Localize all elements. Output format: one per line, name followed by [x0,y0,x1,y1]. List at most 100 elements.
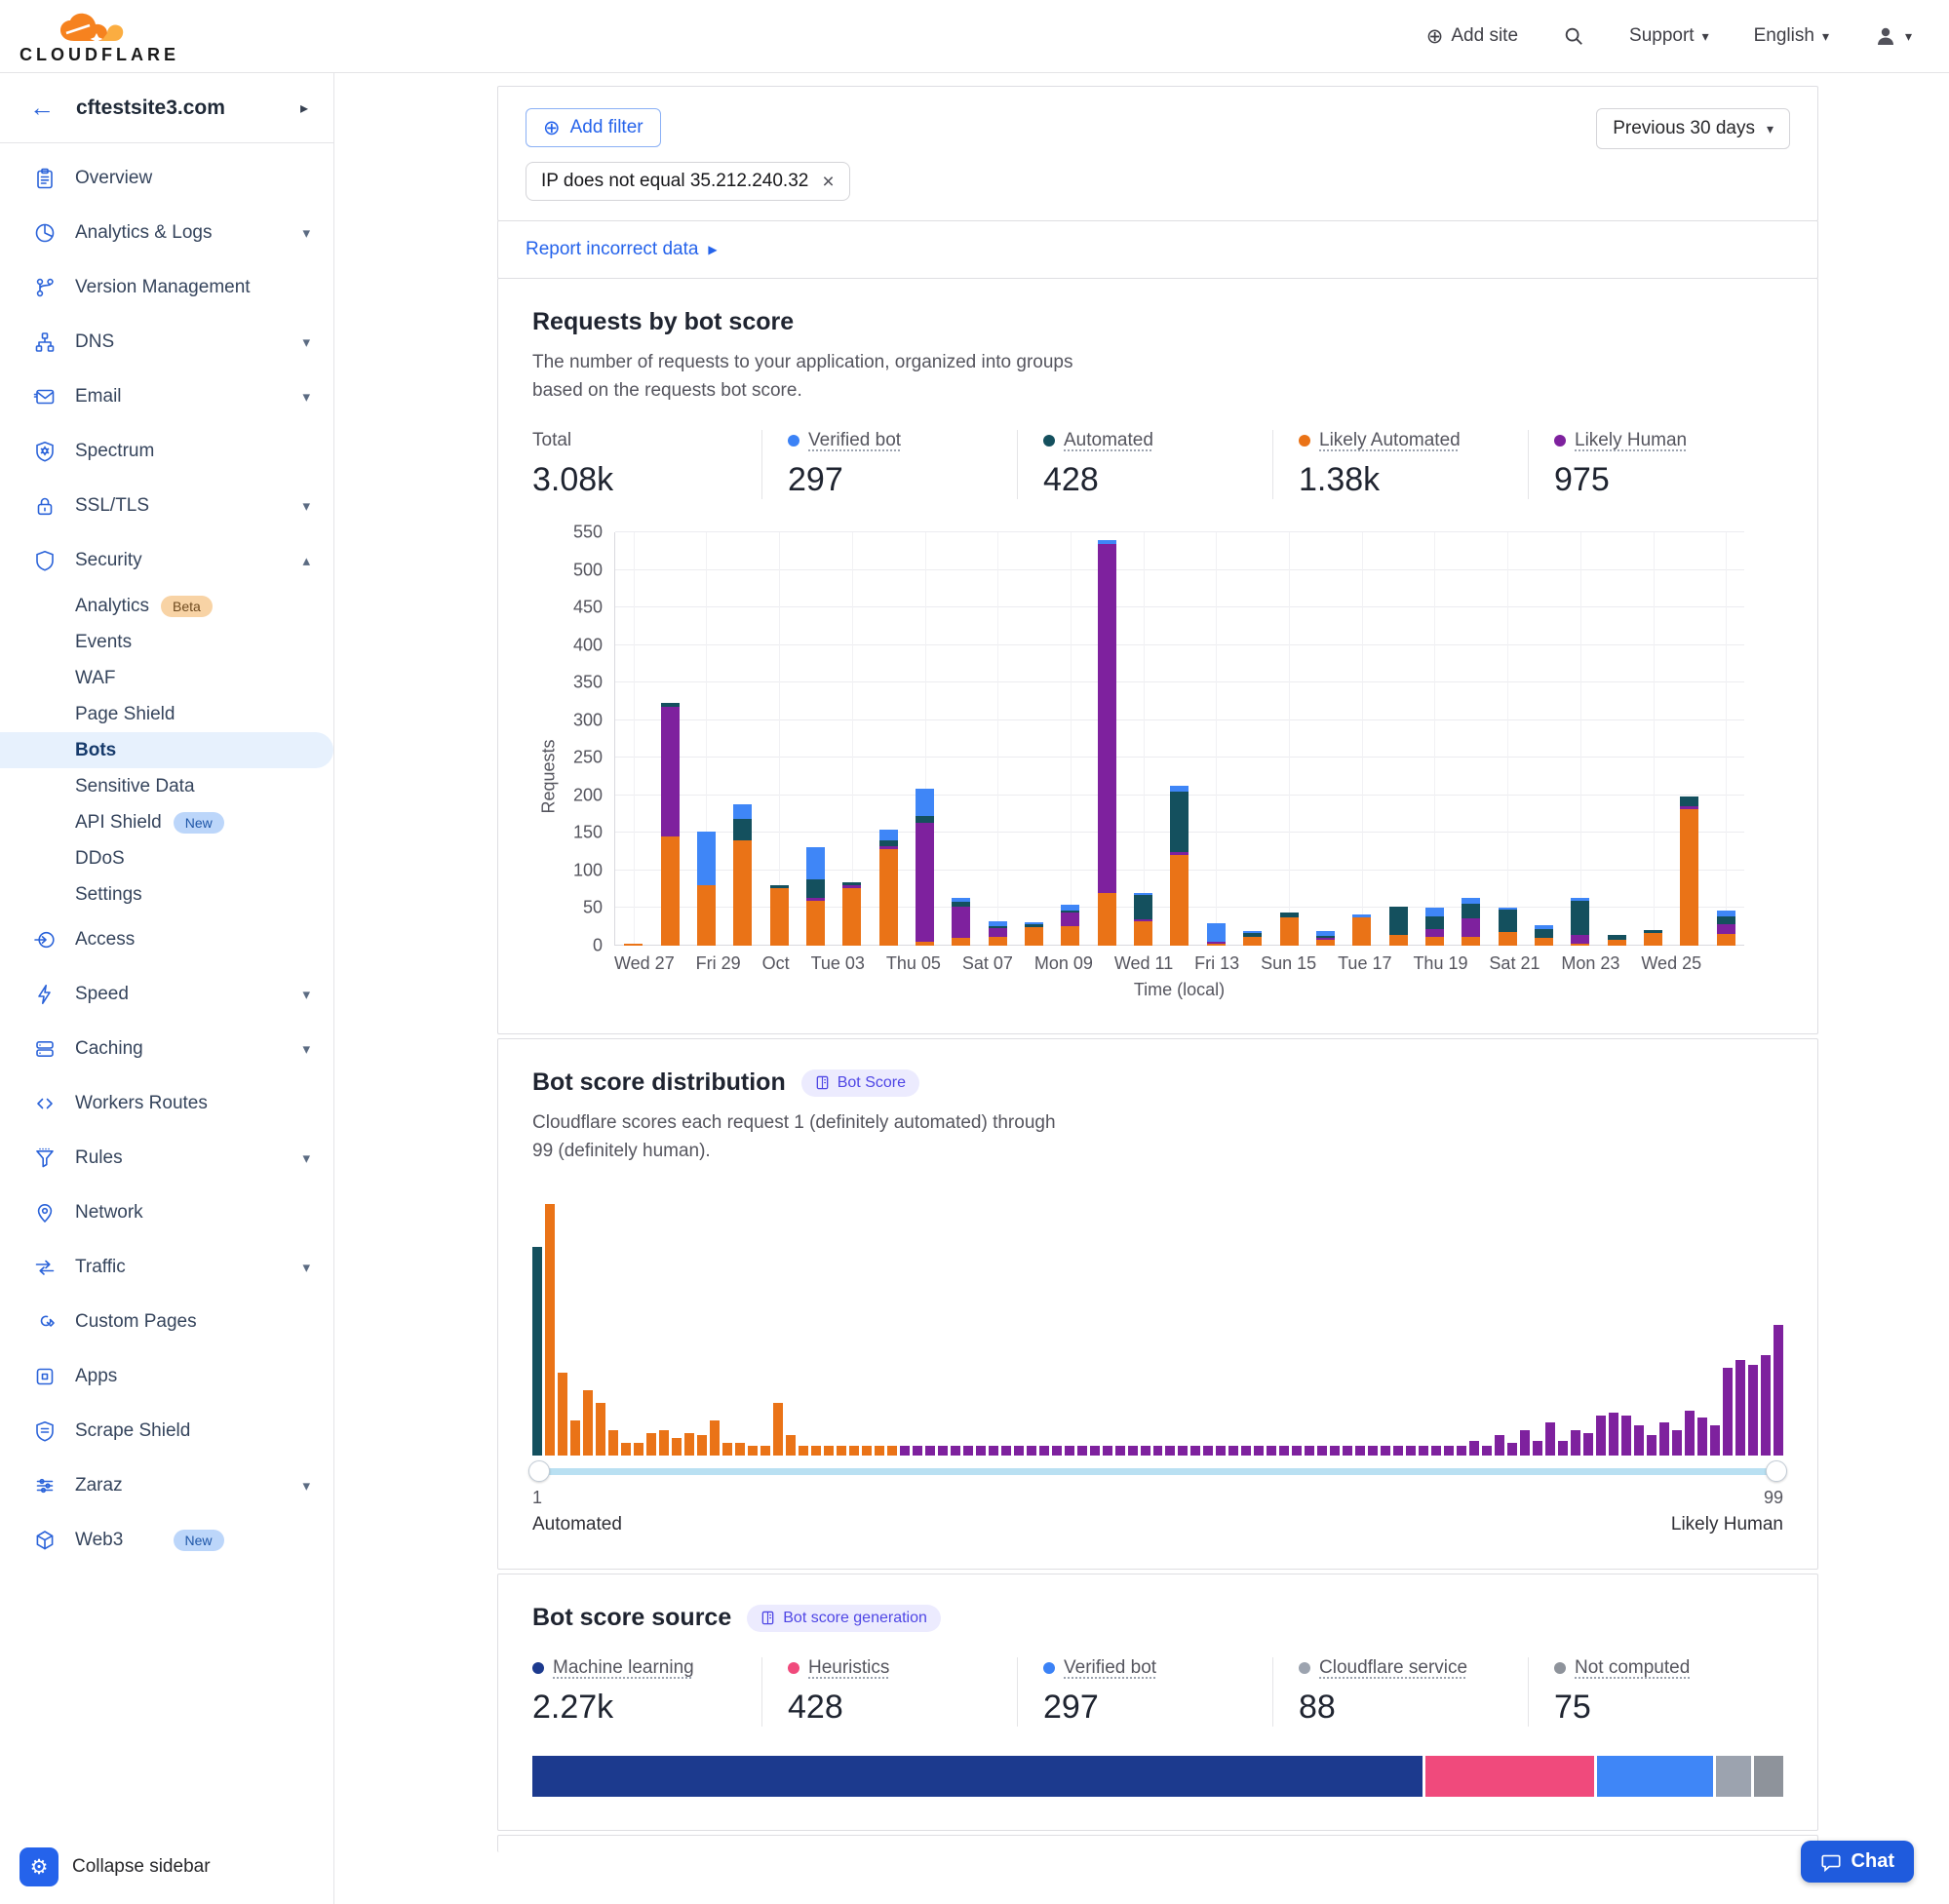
hist-bar-score-62[interactable] [1305,1446,1314,1456]
hist-bar-score-40[interactable] [1027,1446,1036,1456]
hist-bar-score-15[interactable] [710,1420,720,1456]
hist-bar-score-65[interactable] [1343,1446,1352,1456]
hist-bar-score-69[interactable] [1393,1446,1403,1456]
hist-bar-score-38[interactable] [1001,1446,1011,1456]
hist-bar-score-61[interactable] [1292,1446,1302,1456]
bar-day-7[interactable] [870,830,906,946]
sidebar-subitem-events[interactable]: Events [0,624,333,660]
hist-bar-score-68[interactable] [1381,1446,1390,1456]
hist-bar-score-50[interactable] [1153,1446,1163,1456]
hist-bar-score-77[interactable] [1495,1435,1504,1456]
hist-bar-score-35[interactable] [963,1446,973,1456]
sidebar-subitem-api-shield[interactable]: API ShieldNew [0,804,333,840]
source-segment-not-computed[interactable] [1754,1756,1783,1797]
source-segment-heuristics[interactable] [1425,1756,1594,1797]
hist-bar-score-13[interactable] [684,1433,694,1456]
hist-bar-score-98[interactable] [1761,1355,1771,1456]
hist-bar-score-66[interactable] [1355,1446,1365,1456]
stat-label[interactable]: Verified bot [808,430,901,451]
bar-day-27[interactable] [1599,935,1635,946]
hist-bar-score-19[interactable] [760,1446,770,1456]
hist-bar-score-4[interactable] [570,1420,580,1456]
stat-label[interactable]: Likely Human [1575,430,1687,451]
sidebar-item-speed[interactable]: Speed▾ [0,967,333,1022]
hist-bar-score-45[interactable] [1090,1446,1100,1456]
slider-handle-max[interactable] [1766,1460,1787,1482]
hist-bar-score-88[interactable] [1634,1425,1644,1456]
hist-bar-score-5[interactable] [583,1390,593,1456]
hist-bar-score-47[interactable] [1115,1446,1125,1456]
stat-label[interactable]: Heuristics [808,1657,889,1679]
hist-bar-score-56[interactable] [1228,1446,1238,1456]
hist-bar-score-90[interactable] [1659,1422,1669,1456]
sidebar-item-analytics-logs[interactable]: Analytics & Logs▾ [0,206,333,260]
bar-day-2[interactable] [688,832,724,946]
hist-bar-score-85[interactable] [1596,1416,1606,1456]
add-site-button[interactable]: ⊕ Add site [1426,25,1518,47]
hist-bar-score-76[interactable] [1482,1446,1492,1456]
stat-label[interactable]: Likely Automated [1319,430,1461,451]
slider-track[interactable] [536,1468,1779,1475]
hist-bar-score-44[interactable] [1077,1446,1087,1456]
hist-bar-score-16[interactable] [722,1443,732,1456]
sidebar-item-overview[interactable]: Overview [0,151,333,206]
hist-bar-score-26[interactable] [849,1446,859,1456]
back-arrow-icon[interactable]: ← [29,93,55,123]
sidebar-subitem-bots[interactable]: Bots [0,732,333,768]
hist-bar-score-93[interactable] [1697,1418,1707,1456]
bar-day-8[interactable] [907,789,943,946]
bar-day-21[interactable] [1380,907,1416,946]
hist-bar-score-60[interactable] [1279,1446,1289,1456]
hist-bar-score-63[interactable] [1317,1446,1327,1456]
hist-bar-score-8[interactable] [621,1443,631,1456]
hist-bar-score-59[interactable] [1267,1446,1276,1456]
hist-bar-score-11[interactable] [659,1430,669,1456]
stat-label[interactable]: Cloudflare service [1319,1657,1467,1679]
sidebar-item-custom-pages[interactable]: Custom Pages [0,1295,333,1349]
hist-bar-score-67[interactable] [1368,1446,1378,1456]
bot-score-badge[interactable]: Bot Score [801,1069,919,1097]
hist-bar-score-33[interactable] [938,1446,948,1456]
slider-handle-min[interactable] [528,1460,550,1482]
sidebar-item-scrape-shield[interactable]: Scrape Shield [0,1404,333,1458]
bar-day-23[interactable] [1453,898,1489,946]
hist-bar-score-83[interactable] [1571,1430,1580,1456]
hist-bar-score-87[interactable] [1621,1416,1631,1456]
sidebar-subitem-waf[interactable]: WAF [0,660,333,696]
bar-day-12[interactable] [1052,905,1088,946]
hist-bar-score-54[interactable] [1203,1446,1213,1456]
hist-bar-score-55[interactable] [1216,1446,1226,1456]
hist-bar-score-25[interactable] [837,1446,846,1456]
hist-bar-score-49[interactable] [1141,1446,1150,1456]
hist-bar-score-91[interactable] [1672,1430,1682,1456]
hist-bar-score-6[interactable] [596,1403,605,1456]
hist-bar-score-58[interactable] [1254,1446,1264,1456]
bar-day-4[interactable] [760,885,797,946]
sidebar-item-security[interactable]: Security▴ [0,533,333,588]
hist-bar-score-22[interactable] [799,1446,808,1456]
gear-icon[interactable]: ⚙ [19,1847,58,1886]
source-segment-machine-learning[interactable] [532,1756,1423,1797]
sidebar-item-email[interactable]: Email▾ [0,369,333,424]
bar-day-15[interactable] [1161,786,1197,946]
hist-bar-score-9[interactable] [634,1443,643,1456]
sidebar-item-rules[interactable]: Rules▾ [0,1131,333,1185]
hist-bar-score-7[interactable] [608,1430,618,1456]
remove-filter-icon[interactable]: × [822,172,834,192]
hist-bar-score-2[interactable] [545,1204,555,1456]
hist-bar-score-79[interactable] [1520,1430,1530,1456]
sidebar-item-network[interactable]: Network [0,1185,333,1240]
cloudflare-logo[interactable]: CLOUDFLARE [19,12,179,65]
bar-day-17[interactable] [1234,931,1270,946]
hist-bar-score-46[interactable] [1103,1446,1112,1456]
bar-day-13[interactable] [1089,540,1125,946]
bar-day-22[interactable] [1417,908,1453,946]
hist-bar-score-74[interactable] [1457,1446,1466,1456]
stat-label[interactable]: Machine learning [553,1657,694,1679]
hist-bar-score-43[interactable] [1065,1446,1074,1456]
report-incorrect-data-link[interactable]: Report incorrect data ▶ [526,239,718,260]
hist-bar-score-71[interactable] [1419,1446,1428,1456]
hist-bar-score-51[interactable] [1165,1446,1175,1456]
source-segment-verified-bot[interactable] [1597,1756,1713,1797]
bar-day-29[interactable] [1671,797,1707,946]
